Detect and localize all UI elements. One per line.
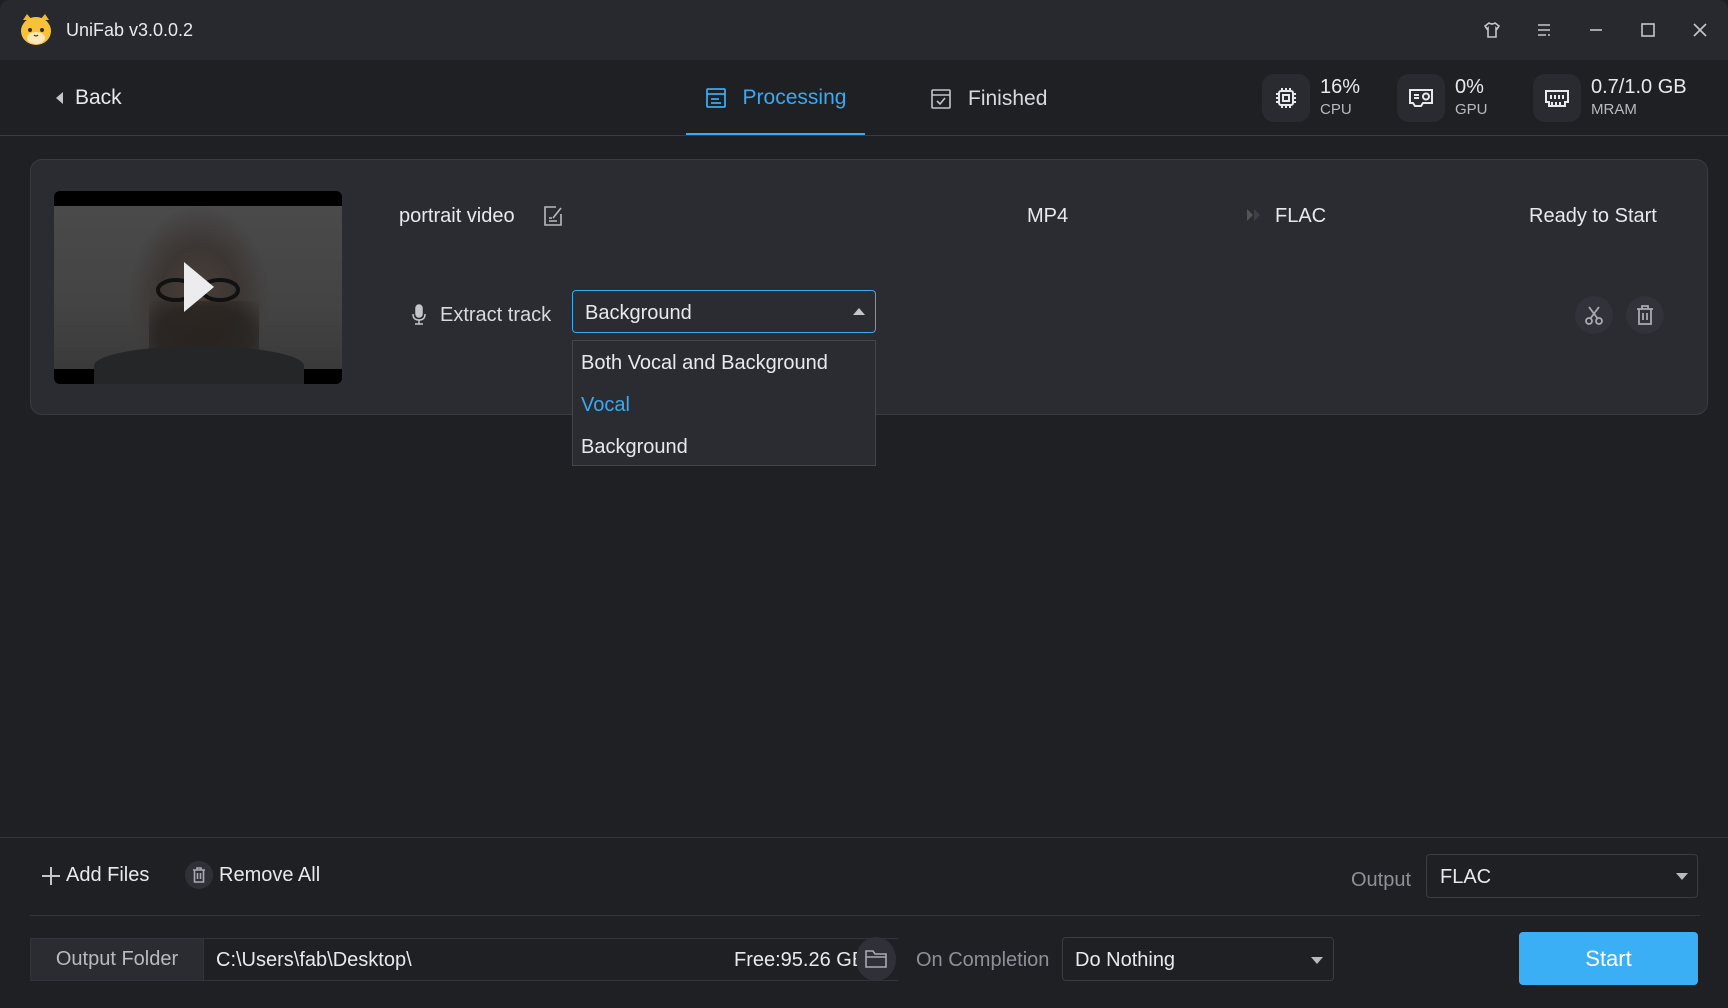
ram-icon (1533, 74, 1581, 122)
close-icon (1693, 23, 1707, 37)
delete-task-button[interactable] (1626, 296, 1664, 334)
back-label: Back (75, 86, 122, 109)
edit-name-icon[interactable] (542, 204, 564, 228)
title-bar (0, 0, 1728, 60)
output-folder-button[interactable]: Output Folder (30, 938, 204, 981)
dropdown-option-both[interactable]: Both Vocal and Background (581, 352, 828, 375)
menu-icon (1538, 24, 1550, 36)
back-button[interactable]: Back (56, 86, 122, 110)
gpu-icon (1397, 74, 1445, 122)
source-format: MP4 (1027, 205, 1069, 227)
mram-stat: 0.7/1.0 GB MRAM (1533, 74, 1687, 122)
mram-label: MRAM (1591, 101, 1637, 118)
output-folder-path[interactable]: C:\Users\fab\Desktop\ (216, 949, 412, 972)
gpu-stat: 0% GPU (1397, 74, 1488, 122)
mram-value: 0.7/1.0 GB (1591, 76, 1687, 98)
app-logo-icon (18, 12, 54, 48)
trash-icon (185, 861, 213, 889)
gpu-label: GPU (1455, 101, 1488, 118)
on-completion-select[interactable]: Do Nothing (1062, 937, 1334, 981)
menu-button[interactable] (1528, 14, 1560, 46)
remove-all-label: Remove All (219, 863, 321, 886)
start-button[interactable]: Start (1519, 932, 1698, 985)
folder-icon (865, 950, 887, 968)
scissors-icon (1585, 306, 1603, 325)
cpu-label: CPU (1320, 101, 1352, 118)
cpu-stat: 16% CPU (1262, 74, 1360, 122)
file-name: portrait video (399, 205, 515, 227)
caret-up-icon (853, 308, 865, 315)
video-thumbnail[interactable] (54, 191, 342, 384)
cpu-value: 16% (1320, 76, 1361, 98)
play-icon[interactable] (184, 262, 214, 312)
close-button[interactable] (1684, 14, 1716, 46)
tshirt-icon (1483, 22, 1501, 38)
chevron-down-icon (1676, 873, 1688, 880)
extract-track-dropdown: Both Vocal and Background Vocal Backgrou… (572, 340, 876, 466)
list-doc-icon (705, 87, 726, 108)
extract-track-value: Background (585, 302, 692, 324)
maximize-icon (1641, 23, 1655, 37)
dropdown-option-vocal[interactable]: Vocal (581, 394, 630, 417)
on-completion-label: On Completion (916, 949, 1050, 971)
add-files-label: Add Files (66, 864, 150, 886)
tab-finished[interactable]: Finished (930, 62, 1070, 135)
add-files-button[interactable]: Add Files (40, 864, 149, 887)
browse-folder-button[interactable] (856, 937, 896, 981)
tab-finished-label: Finished (968, 86, 1048, 110)
bottom-divider (0, 837, 1728, 838)
tab-processing-label: Processing (742, 85, 847, 109)
back-arrow-icon (56, 92, 63, 104)
minimize-button[interactable] (1580, 14, 1612, 46)
output-format-value: FLAC (1440, 866, 1492, 888)
cpu-icon (1262, 74, 1310, 122)
skin-button[interactable] (1476, 14, 1508, 46)
gpu-value: 0% (1455, 76, 1484, 98)
checkbox-icon (931, 88, 951, 109)
microphone-icon (411, 304, 427, 331)
trash-icon (1637, 305, 1653, 325)
task-status: Ready to Start (1529, 205, 1657, 227)
on-completion-value: Do Nothing (1075, 949, 1176, 971)
chevron-down-icon (1311, 957, 1323, 964)
settings-divider (30, 915, 1700, 916)
trim-button[interactable] (1575, 296, 1613, 334)
output-label: Output (1351, 869, 1412, 891)
convert-arrow-icon (1245, 208, 1265, 227)
remove-all-button[interactable]: Remove All (185, 861, 320, 889)
target-format[interactable]: FLAC (1275, 205, 1326, 228)
maximize-button[interactable] (1632, 14, 1664, 46)
extract-track-select[interactable]: Background (572, 290, 876, 333)
app-title: UniFab v3.0.0.2 (66, 20, 194, 40)
free-space: Free:95.26 GB (734, 949, 858, 971)
plus-icon (42, 866, 60, 885)
minimize-icon (1590, 29, 1602, 31)
tab-processing[interactable]: Processing (686, 62, 865, 135)
extract-track-label: Extract track (440, 304, 552, 326)
output-format-select[interactable]: FLAC (1426, 854, 1698, 898)
dropdown-option-background[interactable]: Background (581, 436, 688, 459)
